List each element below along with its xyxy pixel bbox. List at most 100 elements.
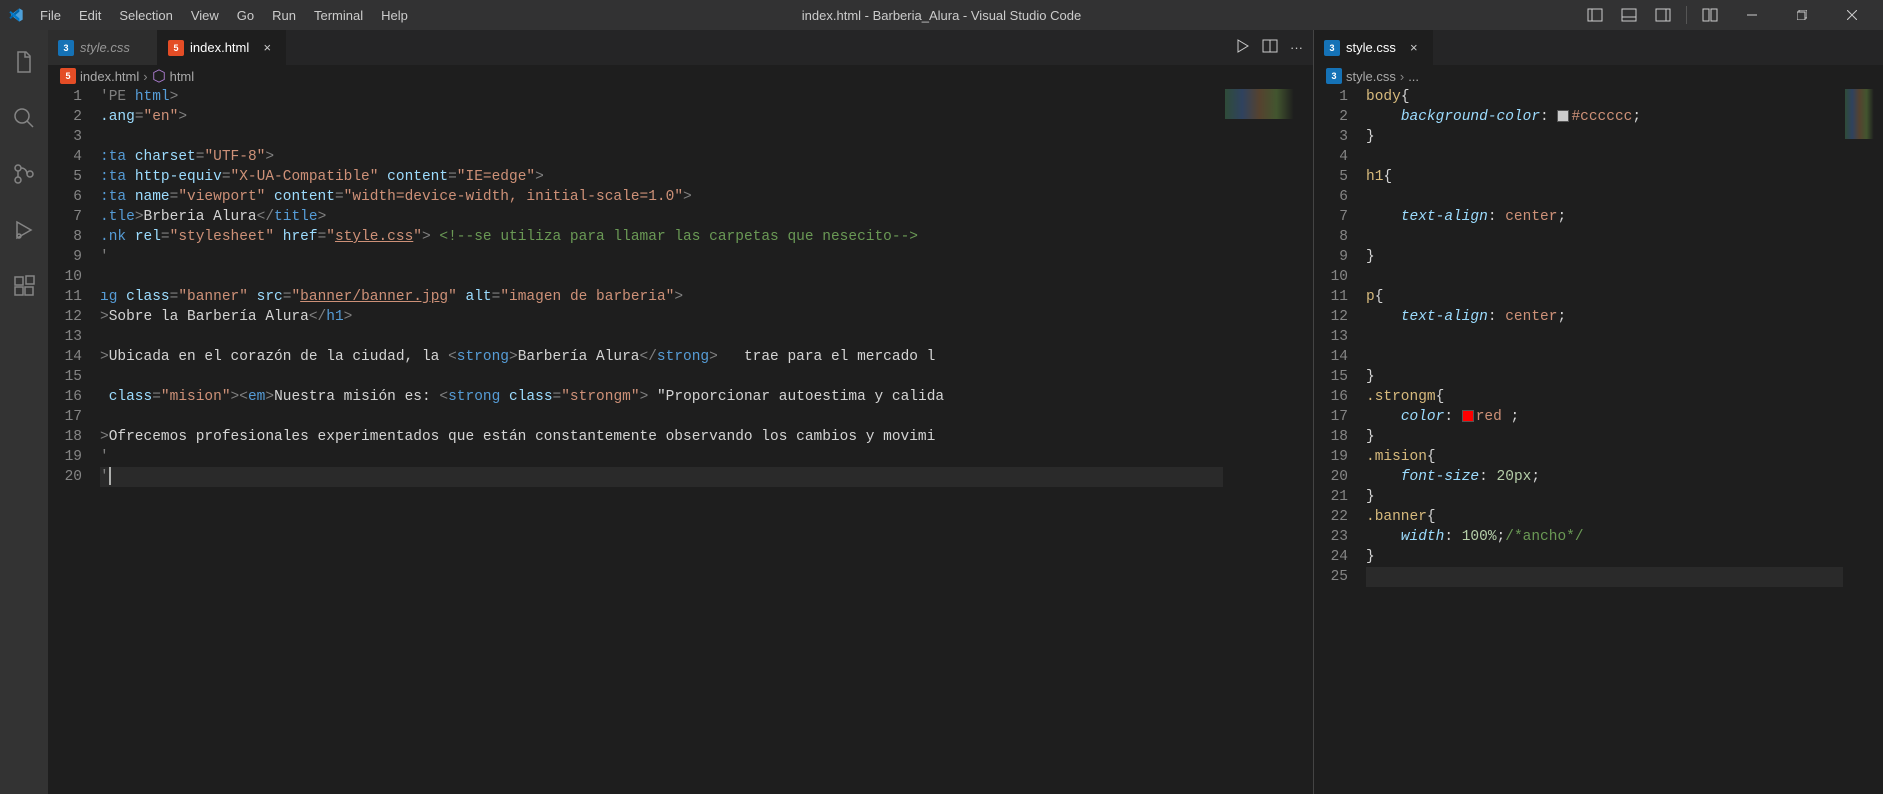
menu-go[interactable]: Go <box>229 4 262 27</box>
code-line[interactable]: .nk rel="stylesheet" href="style.css"> <… <box>100 227 1223 247</box>
menu-edit[interactable]: Edit <box>71 4 109 27</box>
editor-left[interactable]: 1234567891011121314151617181920 'PE html… <box>48 87 1313 794</box>
code-line[interactable]: :ta name="viewport" content="width=devic… <box>100 187 1223 207</box>
run-debug-icon[interactable] <box>0 206 48 254</box>
html-file-icon <box>60 68 76 84</box>
tab-style-css[interactable]: style.css× <box>1314 30 1433 65</box>
symbol-icon <box>152 69 166 83</box>
code-line[interactable]: } <box>1366 547 1843 567</box>
code-line[interactable]: text-align: center; <box>1366 307 1843 327</box>
tab-style-css[interactable]: style.css <box>48 30 158 65</box>
menu-file[interactable]: File <box>32 4 69 27</box>
run-icon[interactable] <box>1234 38 1250 57</box>
chevron-right-icon: › <box>1400 69 1404 84</box>
titlebar: FileEditSelectionViewGoRunTerminalHelp i… <box>0 0 1883 30</box>
code-line[interactable] <box>100 127 1223 147</box>
css-file-icon <box>1324 40 1340 56</box>
code-line[interactable]: background-color: #cccccc; <box>1366 107 1843 127</box>
editor-right[interactable]: 1234567891011121314151617181920212223242… <box>1314 87 1883 794</box>
split-editor-icon[interactable] <box>1262 38 1278 57</box>
close-icon[interactable]: × <box>1406 40 1422 56</box>
code-line[interactable]: ' <box>100 447 1223 467</box>
code-line[interactable]: >Sobre la Barbería Alura</h1> <box>100 307 1223 327</box>
minimap[interactable] <box>1223 87 1313 794</box>
code-line[interactable]: text-align: center; <box>1366 207 1843 227</box>
layout-right-icon[interactable] <box>1648 0 1678 30</box>
code-line[interactable]: class="mision"><em>Nuestra misión es: <s… <box>100 387 1223 407</box>
code-line[interactable]: ' <box>100 247 1223 267</box>
minimap-right[interactable] <box>1843 87 1883 794</box>
code-line[interactable]: >Ofrecemos profesionales experimentados … <box>100 427 1223 447</box>
code-line[interactable] <box>100 267 1223 287</box>
code-line[interactable] <box>100 367 1223 387</box>
code-line[interactable] <box>1366 347 1843 367</box>
code-line[interactable]: width: 100%;/*ancho*/ <box>1366 527 1843 547</box>
code-line[interactable] <box>1366 327 1843 347</box>
menu-selection[interactable]: Selection <box>111 4 180 27</box>
editor-actions-right <box>1873 30 1883 65</box>
gutter-right: 1234567891011121314151617181920212223242… <box>1314 87 1366 794</box>
code-line[interactable] <box>1366 267 1843 287</box>
extensions-icon[interactable] <box>0 262 48 310</box>
code-line[interactable] <box>1366 147 1843 167</box>
layout-bottom-icon[interactable] <box>1614 0 1644 30</box>
code-line[interactable]: } <box>1366 127 1843 147</box>
code-line[interactable]: } <box>1366 367 1843 387</box>
menu-run[interactable]: Run <box>264 4 304 27</box>
layout-left-icon[interactable] <box>1580 0 1610 30</box>
window-title: index.html - Barberia_Alura - Visual Stu… <box>802 8 1081 23</box>
more-actions-icon[interactable]: ··· <box>1290 40 1303 55</box>
code-line[interactable]: body{ <box>1366 87 1843 107</box>
code-line[interactable] <box>100 407 1223 427</box>
code-line[interactable]: font-size: 20px; <box>1366 467 1843 487</box>
code-line[interactable]: ' <box>100 467 1223 487</box>
source-control-icon[interactable] <box>0 150 48 198</box>
tab-index-html[interactable]: index.html × <box>158 30 286 65</box>
code-line[interactable]: .mision{ <box>1366 447 1843 467</box>
code-line[interactable]: .tle>Brberia Alura</title> <box>100 207 1223 227</box>
code-line[interactable]: :ta charset="UTF-8"> <box>100 147 1223 167</box>
explorer-icon[interactable] <box>0 38 48 86</box>
menu-view[interactable]: View <box>183 4 227 27</box>
code-left[interactable]: 'PE html>.ang="en"> :ta charset="UTF-8">… <box>100 87 1223 794</box>
code-line[interactable] <box>100 327 1223 347</box>
code-right[interactable]: body{ background-color: #cccccc;} h1{ te… <box>1366 87 1843 794</box>
code-line[interactable] <box>1366 227 1843 247</box>
code-line[interactable]: 'PE html> <box>100 87 1223 107</box>
code-line[interactable]: h1{ <box>1366 167 1843 187</box>
code-line[interactable]: color: red ; <box>1366 407 1843 427</box>
code-line[interactable]: .ang="en"> <box>100 107 1223 127</box>
breadcrumb[interactable]: index.html › html <box>48 65 1313 87</box>
close-icon[interactable]: × <box>259 40 275 56</box>
menu-help[interactable]: Help <box>373 4 416 27</box>
menu-terminal[interactable]: Terminal <box>306 4 371 27</box>
minimize-button[interactable] <box>1729 0 1775 30</box>
code-line[interactable] <box>1366 567 1843 587</box>
code-line[interactable]: p{ <box>1366 287 1843 307</box>
code-line[interactable]: } <box>1366 427 1843 447</box>
main-layout: style.css index.html × ··· index.html › ht… <box>0 30 1883 794</box>
customize-layout-icon[interactable] <box>1695 0 1725 30</box>
search-icon[interactable] <box>0 94 48 142</box>
breadcrumb-right[interactable]: style.css › ... <box>1314 65 1883 87</box>
menubar: FileEditSelectionViewGoRunTerminalHelp <box>32 4 416 27</box>
css-file-icon <box>58 40 74 56</box>
tab-label: index.html <box>190 40 249 55</box>
html-file-icon <box>168 40 184 56</box>
tabbar-right: style.css× <box>1314 30 1883 65</box>
code-line[interactable]: .banner{ <box>1366 507 1843 527</box>
code-line[interactable]: } <box>1366 247 1843 267</box>
activitybar <box>0 30 48 794</box>
code-line[interactable]: } <box>1366 487 1843 507</box>
code-line[interactable]: >Ubicada en el corazón de la ciudad, la … <box>100 347 1223 367</box>
code-line[interactable]: ıg class="banner" src="banner/banner.jpg… <box>100 287 1223 307</box>
maximize-button[interactable] <box>1779 0 1825 30</box>
code-line[interactable]: :ta http-equiv="X-UA-Compatible" content… <box>100 167 1223 187</box>
tabbar-left: style.css index.html × ··· <box>48 30 1313 65</box>
code-line[interactable]: .strongm{ <box>1366 387 1843 407</box>
vscode-logo-icon <box>8 7 24 23</box>
editor-group-right: style.css× style.css › ... 1234567891011… <box>1313 30 1883 794</box>
color-swatch-icon <box>1462 410 1474 422</box>
code-line[interactable] <box>1366 187 1843 207</box>
close-button[interactable] <box>1829 0 1875 30</box>
